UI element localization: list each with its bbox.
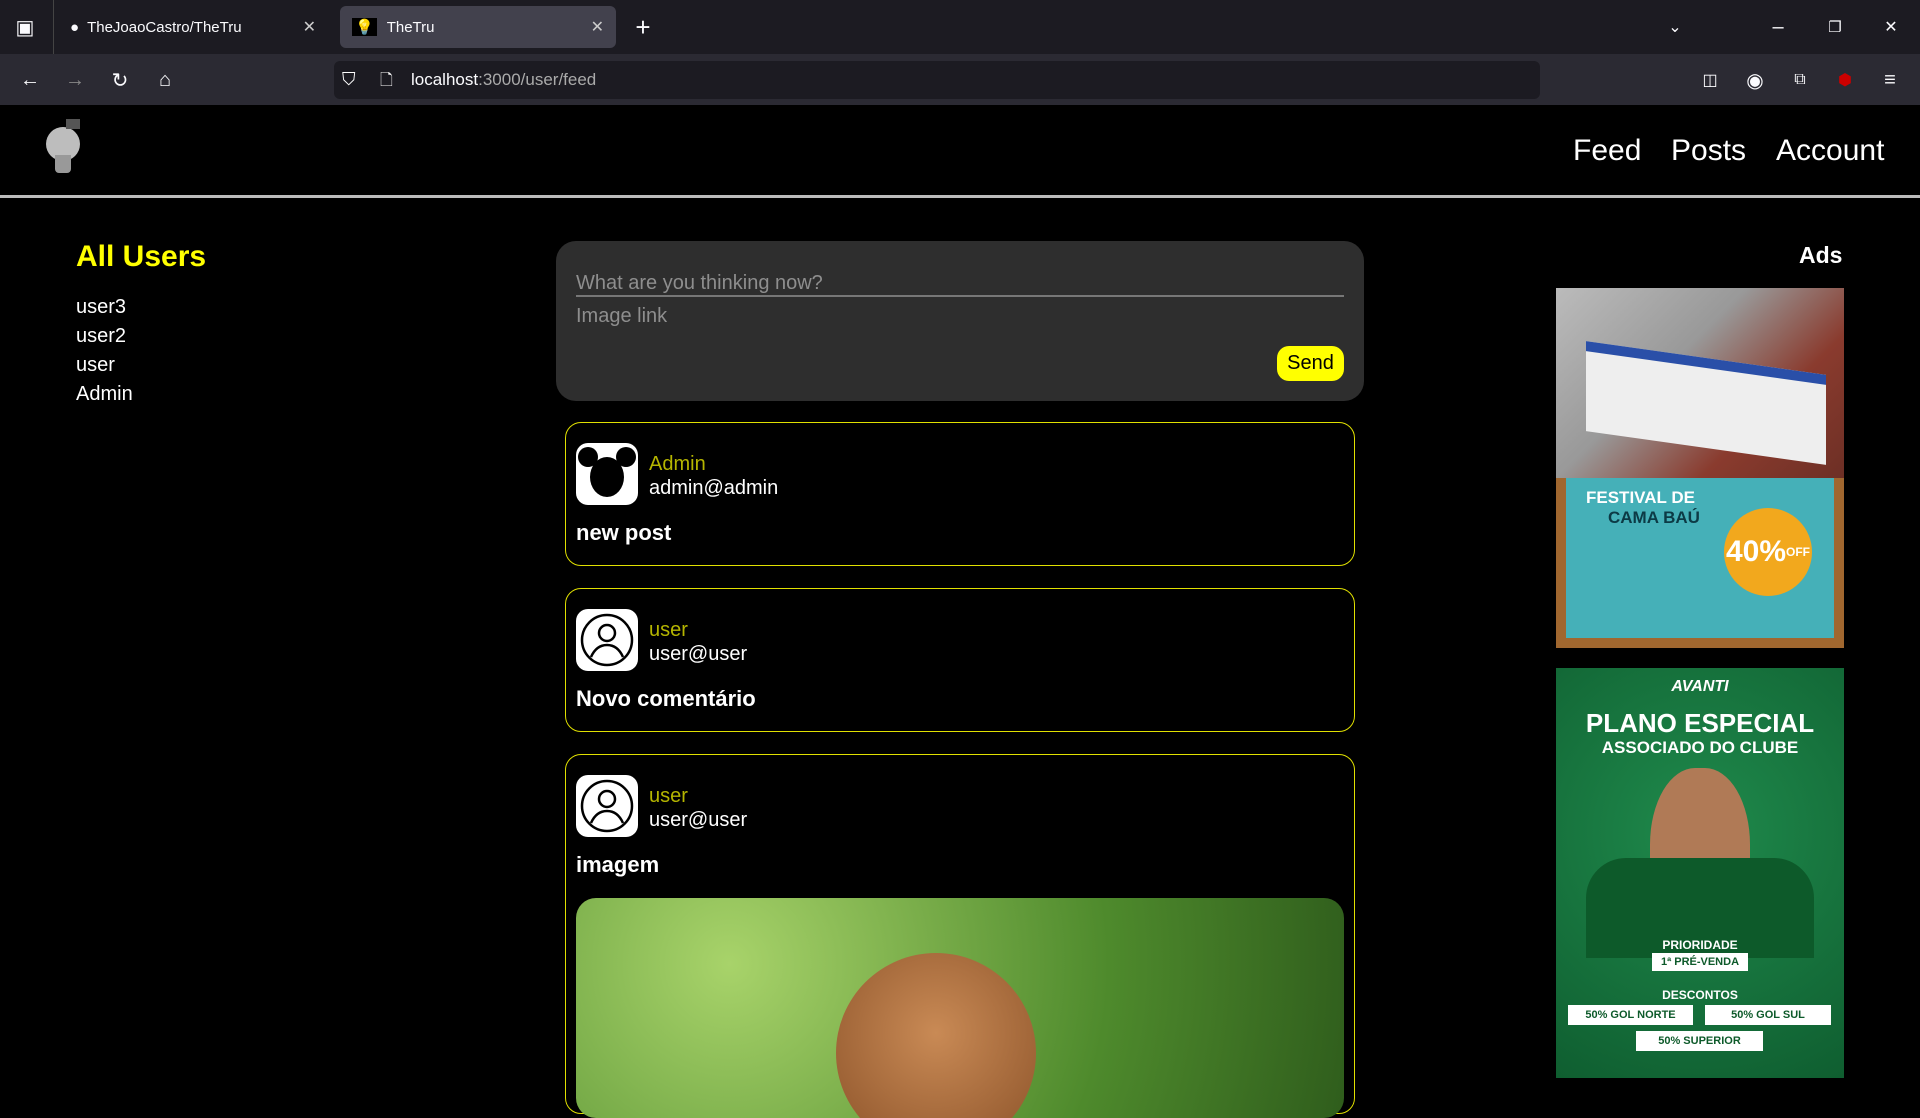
nav-posts[interactable]: Posts [1671, 134, 1746, 168]
nav-account[interactable]: Account [1776, 134, 1884, 168]
page-icon: 🗋 [380, 72, 393, 89]
home-icon[interactable]: ⌂ [150, 65, 180, 95]
account-icon[interactable]: ◉ [1740, 65, 1770, 95]
post-author-email: user@user [649, 809, 748, 831]
post-title: imagem [576, 852, 660, 877]
user-link[interactable]: user2 [76, 325, 126, 348]
post-author-name[interactable]: user [649, 619, 688, 642]
divider [53, 0, 54, 54]
post-title: Novo comentário [576, 686, 756, 711]
list-tabs-icon[interactable]: ⌄ [1660, 12, 1690, 42]
post-author-email: admin@admin [649, 477, 779, 499]
post-card: user user@user imagem [565, 754, 1355, 1118]
all-users-title: All Users [76, 240, 207, 273]
tab-title: TheTru [386, 18, 435, 36]
user-avatar-icon [576, 609, 638, 671]
new-tab-icon[interactable]: + [628, 12, 658, 42]
minimize-icon[interactable]: – [1763, 12, 1793, 42]
user-link[interactable]: Admin [76, 383, 133, 406]
tab-title: TheJoaoCastro/TheTru [87, 18, 242, 36]
url-text: localhost:3000/user/feed [411, 70, 597, 89]
back-icon[interactable]: ← [15, 65, 45, 95]
post-author-name[interactable]: user [649, 785, 688, 808]
user-link[interactable]: user3 [76, 296, 126, 319]
user-link[interactable]: user [76, 354, 115, 377]
forward-icon[interactable]: → [60, 65, 90, 95]
menu-icon[interactable]: ≡ [1875, 65, 1905, 95]
extensions-icon[interactable]: ⧉ [1785, 65, 1815, 95]
post-author-email: user@user [649, 643, 748, 665]
post-title: new post [576, 520, 672, 545]
url-bar[interactable]: ⛉ 🗋 localhost:3000/user/feed [334, 61, 1540, 99]
tab-github[interactable]: ● TheJoaoCastro/TheTru ✕ [58, 6, 328, 48]
tab-overview-icon[interactable]: ▣ [10, 12, 40, 42]
reload-icon[interactable]: ↻ [105, 65, 135, 95]
user-avatar-icon [576, 775, 638, 837]
close-tab-icon[interactable]: ✕ [591, 17, 604, 37]
monkey-photo [576, 898, 1344, 1118]
shield-icon[interactable]: ⛉ [342, 69, 356, 90]
restore-icon[interactable]: ❐ [1820, 12, 1850, 42]
ublock-icon[interactable]: ⬢ [1830, 65, 1860, 95]
post-composer: Send [556, 241, 1364, 401]
ad-palmeiras[interactable]: AVANTI PLANO ESPECIAL ASSOCIADO DO CLUBE… [1556, 668, 1844, 1078]
post-text-input[interactable] [576, 271, 1344, 297]
ad-cama-bau[interactable]: FESTIVAL DE CAMA BAÚ 40% OFF [1556, 288, 1844, 648]
lightbulb-logo[interactable] [44, 119, 84, 179]
mickey-avatar-icon [576, 443, 638, 505]
github-icon: ● [70, 18, 80, 36]
close-window-icon[interactable]: ✕ [1876, 12, 1906, 42]
nav-feed[interactable]: Feed [1573, 134, 1641, 168]
post-card: user user@user Novo comentário [565, 588, 1355, 732]
ads-title: Ads [1799, 242, 1843, 268]
image-link-input[interactable] [576, 303, 1344, 329]
post-author-name[interactable]: Admin [649, 453, 706, 476]
bulb-favicon-icon: 💡 [352, 18, 377, 36]
tab-thetru[interactable]: 💡 TheTru ✕ [340, 6, 616, 48]
pocket-icon[interactable]: ◫ [1695, 65, 1725, 95]
close-tab-icon[interactable]: ✕ [303, 17, 316, 37]
browser-tab-bar: ▣ ● TheJoaoCastro/TheTru ✕ 💡 TheTru ✕ + … [0, 0, 1920, 54]
post-card: Admin admin@admin new post [565, 422, 1355, 566]
send-button[interactable]: Send [1277, 346, 1344, 381]
